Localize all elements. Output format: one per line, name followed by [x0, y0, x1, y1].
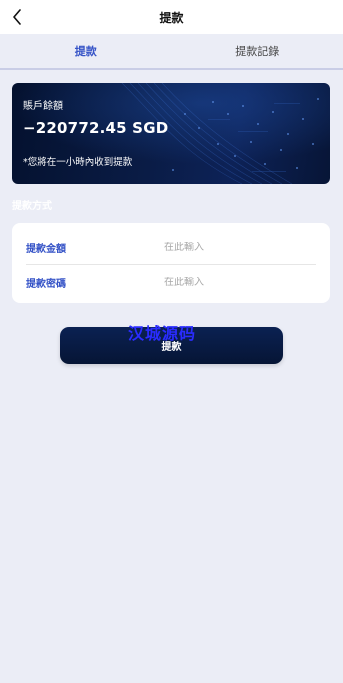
password-label: 提款密碼 — [26, 278, 66, 290]
amount-input[interactable] — [164, 242, 314, 253]
back-button[interactable] — [8, 7, 26, 27]
withdraw-method-label: 提款方式 — [12, 201, 52, 212]
password-row: 提款密碼 — [26, 265, 316, 299]
amount-label: 提款金額 — [26, 244, 66, 255]
header: 提款 — [0, 0, 343, 34]
password-input[interactable] — [164, 276, 314, 288]
chevron-left-icon — [13, 9, 21, 25]
amount-row: 提款金額 — [26, 231, 316, 265]
withdraw-form: 提款金額 提款密碼 — [12, 223, 330, 303]
page-title: 提款 — [159, 10, 184, 25]
tab-withdraw[interactable]: 提款 — [0, 34, 172, 68]
withdraw-page: 提款 提款 提款記錄 賬戶餘額 −220772.45 SGD *您將在一小時內收… — [0, 0, 343, 683]
withdraw-note: *您將在一小時內收到提款 — [23, 157, 133, 168]
balance-label: 賬戶餘額 — [23, 101, 63, 112]
tab-withdraw-history[interactable]: 提款記錄 — [172, 34, 343, 68]
submit-withdraw-button[interactable]: 提款 — [60, 327, 283, 364]
balance-amount: −220772.45 SGD — [23, 119, 169, 137]
tab-bar: 提款 提款記錄 — [0, 34, 343, 70]
balance-card: 賬戶餘額 −220772.45 SGD *您將在一小時內收到提款 — [12, 83, 330, 184]
